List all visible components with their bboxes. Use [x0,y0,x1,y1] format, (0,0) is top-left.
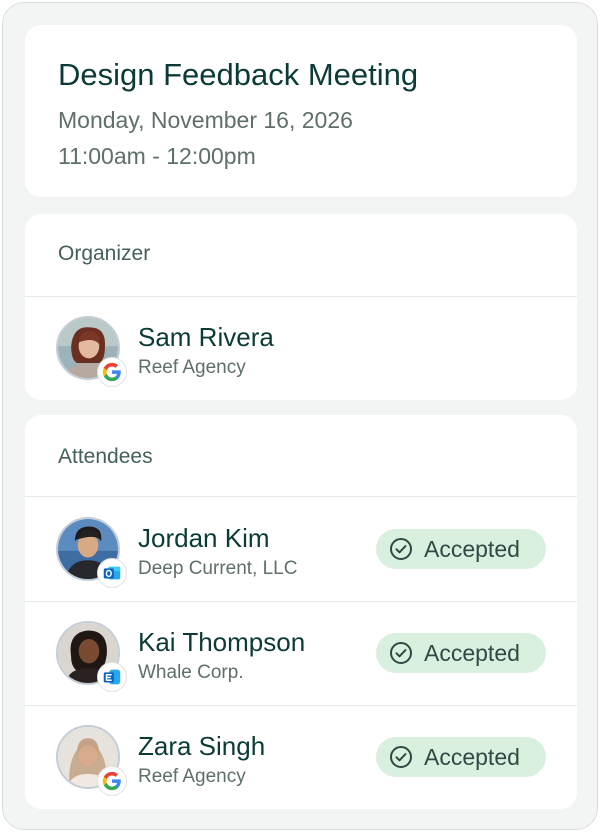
google-icon [97,766,127,796]
attendees-card: Attendees Jordan Kim Deep Current, LLC A… [25,415,577,809]
exchange-icon [97,662,127,692]
organizer-card: Organizer Sam Rivera Reef Agency [25,214,577,400]
event-time: 11:00am - 12:00pm [58,143,256,169]
outlook-icon [97,558,127,588]
check-circle-icon [390,538,412,560]
status-label: Accepted [424,535,520,562]
check-circle-icon [390,642,412,664]
divider [25,705,577,706]
organizer-row[interactable]: Sam Rivera Reef Agency [25,316,577,400]
divider [25,496,577,497]
attendee-row[interactable]: Jordan Kim Deep Current, LLC Accepted [25,517,577,621]
status-label: Accepted [424,639,520,666]
attendee-name: Kai Thompson [138,627,306,657]
attendee-company: Whale Corp. [138,662,244,683]
attendee-row[interactable]: Kai Thompson Whale Corp. Accepted [25,621,577,725]
event-details-panel: Design Feedback Meeting Monday, November… [2,2,598,830]
organizer-name: Sam Rivera [138,322,274,352]
event-title: Design Feedback Meeting [58,57,419,92]
organizer-company: Reef Agency [138,357,246,378]
organizer-heading: Organizer [58,242,151,265]
attendee-company: Deep Current, LLC [138,558,298,579]
event-card: Design Feedback Meeting Monday, November… [25,25,577,197]
attendee-row[interactable]: Zara Singh Reef Agency Accepted [25,725,577,809]
attendee-name: Jordan Kim [138,523,270,553]
attendee-company: Reef Agency [138,766,246,787]
google-icon [97,357,127,387]
accepted-badge: Accepted [376,633,546,673]
attendee-name: Zara Singh [138,731,266,761]
check-circle-icon [390,746,412,768]
divider [25,601,577,602]
attendees-heading: Attendees [58,445,153,468]
status-label: Accepted [424,743,520,770]
event-date: Monday, November 16, 2026 [58,107,353,133]
divider [25,296,577,297]
accepted-badge: Accepted [376,529,546,569]
accepted-badge: Accepted [376,737,546,777]
